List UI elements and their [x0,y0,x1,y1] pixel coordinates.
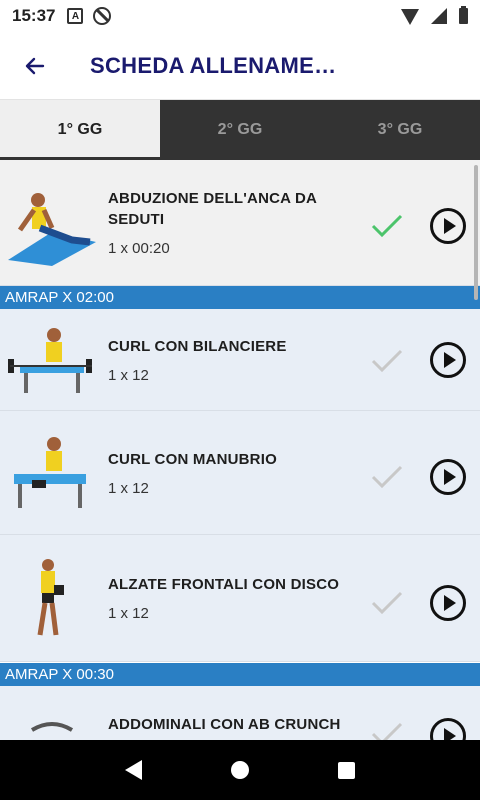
arrow-left-icon [25,57,45,74]
play-button[interactable] [430,585,466,621]
page-title: SCHEDA ALLENAME… [90,52,337,78]
tab-day-3[interactable]: 3° GG [320,100,480,160]
nav-back-icon[interactable] [124,760,142,780]
play-button[interactable] [430,208,466,244]
play-button[interactable] [430,342,466,378]
nav-recents-icon[interactable] [338,761,356,779]
exercise-info: ABDUZIONE DELL'ANCA DA SEDUTI 1 x 00:20 [108,188,353,257]
exercise-thumbnail [0,315,100,405]
exercise-thumbnail [0,698,100,740]
back-button[interactable] [0,32,70,100]
app-bar: SCHEDA ALLENAME… [0,32,480,100]
exercise-list[interactable]: ABDUZIONE DELL'ANCA DA SEDUTI 1 x 00:20 … [0,160,480,740]
check-pending-icon[interactable] [370,589,404,617]
exercise-thumbnail [0,178,100,268]
scrollbar[interactable] [474,165,478,300]
battery-icon [459,6,468,24]
exercise-name: ADDOMINALI CON AB CRUNCH [108,716,341,733]
exercise-row[interactable]: ADDOMINALI CON AB CRUNCH [0,686,480,740]
exercise-row[interactable]: ALZATE FRONTALI CON DISCO 1 x 12 [0,535,480,662]
exercise-sets: 1 x 12 [108,605,149,622]
exercise-info: CURL CON MANUBRIO 1 x 12 [108,449,353,497]
check-pending-icon[interactable] [370,463,404,491]
exercise-info: ALZATE FRONTALI CON DISCO 1 x 12 [108,574,353,622]
exercise-name: ABDUZIONE DELL'ANCA DA SEDUTI [108,190,317,228]
status-time: 15:37 [12,6,56,25]
day-tabs: 1° GG 2° GG 3° GG [0,100,480,160]
exercise-info: CURL CON BILANCIERE 1 x 12 [108,336,353,384]
exercise-name: CURL CON MANUBRIO [108,450,277,468]
check-pending-icon[interactable] [370,347,404,375]
play-icon [443,218,456,234]
tab-day-2[interactable]: 2° GG [160,100,320,160]
play-icon [443,469,456,485]
amrap-banner: AMRAP X 00:30 [0,663,480,686]
play-icon [443,352,456,368]
system-nav-bar [0,740,480,800]
amrap-banner: AMRAP X 02:00 [0,286,480,309]
signal-icon [431,8,447,24]
wifi-icon [401,9,419,25]
status-icons [401,6,468,25]
a-notification-icon: A [67,8,84,24]
exercise-name: CURL CON BILANCIERE [108,337,287,355]
exercise-thumbnail [0,553,100,643]
exercise-name: ALZATE FRONTALI CON DISCO [108,576,340,593]
exercise-thumbnail [0,428,100,518]
exercise-sets: 1 x 12 [108,479,149,497]
nav-home-icon[interactable] [230,761,249,779]
tab-day-1[interactable]: 1° GG [0,100,160,160]
play-button[interactable] [430,718,466,740]
play-icon [443,728,456,740]
exercise-sets: 1 x 12 [108,366,149,384]
check-pending-icon[interactable] [370,720,404,740]
play-icon [443,595,456,611]
exercise-row[interactable]: ABDUZIONE DELL'ANCA DA SEDUTI 1 x 00:20 [0,160,480,286]
exercise-sets: 1 x 00:20 [108,240,170,257]
exercise-info: ADDOMINALI CON AB CRUNCH [108,714,353,740]
blocked-icon [93,7,112,25]
play-button[interactable] [430,459,466,495]
exercise-row[interactable]: CURL CON MANUBRIO 1 x 12 [0,411,480,535]
check-done-icon[interactable] [370,212,404,240]
exercise-row[interactable]: CURL CON BILANCIERE 1 x 12 [0,309,480,411]
status-bar: 15:37 A [0,0,480,32]
